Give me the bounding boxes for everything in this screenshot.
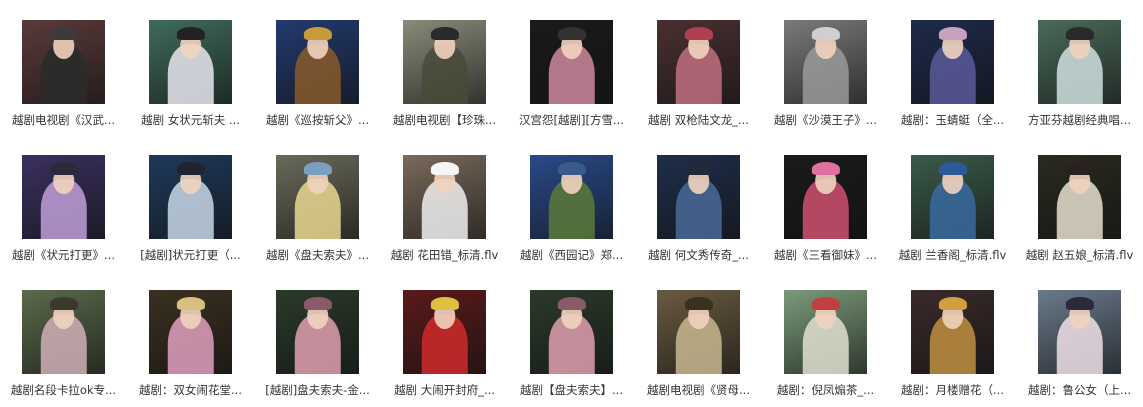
video-file-item[interactable]: 越剧 赵五娘_标清.flv: [1016, 135, 1143, 270]
video-file-item[interactable]: [越剧]状元打更（...: [127, 135, 254, 270]
video-thumbnail[interactable]: [657, 290, 740, 374]
file-name-label: 越剧《巡按斩父》...: [266, 113, 369, 127]
video-thumbnail[interactable]: [911, 290, 994, 374]
video-thumbnail[interactable]: [530, 290, 613, 374]
file-name-label: 越剧电视剧《汉武...: [12, 113, 115, 127]
video-thumbnail[interactable]: [530, 155, 613, 239]
file-name-label: 越剧 花田错_标清.flv: [390, 248, 499, 262]
video-thumbnail[interactable]: [784, 20, 867, 104]
video-thumbnail[interactable]: [657, 155, 740, 239]
video-file-item[interactable]: 越剧：倪凤煽茶_...: [762, 270, 889, 405]
video-thumbnail[interactable]: [22, 20, 105, 104]
video-thumbnail[interactable]: [1038, 155, 1121, 239]
video-file-item[interactable]: 越剧：玉蜻蜓（全...: [889, 0, 1016, 135]
file-name-label: 越剧电视剧《贤母...: [647, 383, 750, 397]
file-name-label: 越剧：倪凤煽茶_...: [776, 383, 875, 397]
file-name-label: 越剧 何文秀传奇_...: [648, 248, 749, 262]
video-file-item[interactable]: 越剧《盘夫索夫》...: [254, 135, 381, 270]
file-name-label: 越剧 女状元斩夫 ...: [141, 113, 240, 127]
video-file-item[interactable]: 越剧：月楼赠花（...: [889, 270, 1016, 405]
file-name-label: 越剧《三看御妹》...: [774, 248, 877, 262]
video-file-item[interactable]: 越剧《三看御妹》...: [762, 135, 889, 270]
file-name-label: 越剧【盘夫索夫】...: [520, 383, 623, 397]
video-thumbnail[interactable]: [149, 20, 232, 104]
file-name-label: 越剧《盘夫索夫》...: [266, 248, 369, 262]
file-name-label: 越剧 双枪陆文龙_...: [648, 113, 749, 127]
video-thumbnail[interactable]: [1038, 290, 1121, 374]
file-name-label: 越剧：鲁公女（上...: [1028, 383, 1131, 397]
video-file-item[interactable]: [越剧]盘夫索夫-金...: [254, 270, 381, 405]
video-thumbnail[interactable]: [149, 290, 232, 374]
video-thumbnail[interactable]: [276, 20, 359, 104]
file-name-label: 越剧 赵五娘_标清.flv: [1025, 248, 1134, 262]
file-name-label: 越剧 兰香阁_标清.flv: [898, 248, 1007, 262]
video-file-item[interactable]: 越剧 兰香阁_标清.flv: [889, 135, 1016, 270]
video-file-item[interactable]: 越剧《沙漠王子》...: [762, 0, 889, 135]
video-thumbnail[interactable]: [784, 290, 867, 374]
video-thumbnail[interactable]: [22, 155, 105, 239]
file-grid: 越剧电视剧《汉武... 越剧 女状元斩夫 ... 越剧《巡按斩父》... 越剧电视剧【…: [0, 0, 1143, 407]
file-name-label: [越剧]状元打更（...: [140, 248, 241, 262]
video-file-item[interactable]: 越剧：双女闹花堂...: [127, 270, 254, 405]
file-name-label: 越剧：双女闹花堂...: [139, 383, 242, 397]
video-file-item[interactable]: 越剧电视剧《贤母...: [635, 270, 762, 405]
video-thumbnail[interactable]: [784, 155, 867, 239]
video-file-item[interactable]: 越剧【盘夫索夫】...: [508, 270, 635, 405]
video-thumbnail[interactable]: [276, 155, 359, 239]
file-name-label: [越剧]盘夫索夫-金...: [265, 383, 370, 397]
video-thumbnail[interactable]: [530, 20, 613, 104]
video-thumbnail[interactable]: [403, 155, 486, 239]
video-thumbnail[interactable]: [149, 155, 232, 239]
video-file-item[interactable]: 越剧 花田错_标清.flv: [381, 135, 508, 270]
video-file-item[interactable]: 越剧电视剧【珍珠...: [381, 0, 508, 135]
video-thumbnail[interactable]: [911, 20, 994, 104]
video-file-item[interactable]: 越剧电视剧《汉武...: [0, 0, 127, 135]
video-thumbnail[interactable]: [22, 290, 105, 374]
video-thumbnail[interactable]: [657, 20, 740, 104]
video-file-item[interactable]: 越剧《状元打更》...: [0, 135, 127, 270]
file-name-label: 越剧：月楼赠花（...: [901, 383, 1004, 397]
video-file-item[interactable]: 汉宫怨[越剧][方雪...: [508, 0, 635, 135]
file-name-label: 越剧《状元打更》...: [12, 248, 115, 262]
video-file-item[interactable]: 越剧 女状元斩夫 ...: [127, 0, 254, 135]
video-thumbnail[interactable]: [403, 20, 486, 104]
video-thumbnail[interactable]: [911, 155, 994, 239]
video-thumbnail[interactable]: [403, 290, 486, 374]
video-file-item[interactable]: 越剧《巡按斩父》...: [254, 0, 381, 135]
file-name-label: 越剧：玉蜻蜓（全...: [901, 113, 1004, 127]
file-name-label: 汉宫怨[越剧][方雪...: [519, 113, 624, 127]
video-file-item[interactable]: 方亚芬越剧经典唱...: [1016, 0, 1143, 135]
video-file-item[interactable]: 越剧 大闹开封府_...: [381, 270, 508, 405]
video-thumbnail[interactable]: [276, 290, 359, 374]
file-name-label: 方亚芬越剧经典唱...: [1028, 113, 1131, 127]
video-file-item[interactable]: 越剧 何文秀传奇_...: [635, 135, 762, 270]
file-name-label: 越剧《西园记》郑...: [520, 248, 623, 262]
video-thumbnail[interactable]: [1038, 20, 1121, 104]
video-file-item[interactable]: 越剧名段卡拉ok专...: [0, 270, 127, 405]
video-file-item[interactable]: 越剧 双枪陆文龙_...: [635, 0, 762, 135]
file-name-label: 越剧《沙漠王子》...: [774, 113, 877, 127]
file-name-label: 越剧 大闹开封府_...: [394, 383, 495, 397]
video-file-item[interactable]: 越剧《西园记》郑...: [508, 135, 635, 270]
video-file-item[interactable]: 越剧：鲁公女（上...: [1016, 270, 1143, 405]
file-name-label: 越剧电视剧【珍珠...: [393, 113, 496, 127]
file-name-label: 越剧名段卡拉ok专...: [10, 383, 117, 397]
